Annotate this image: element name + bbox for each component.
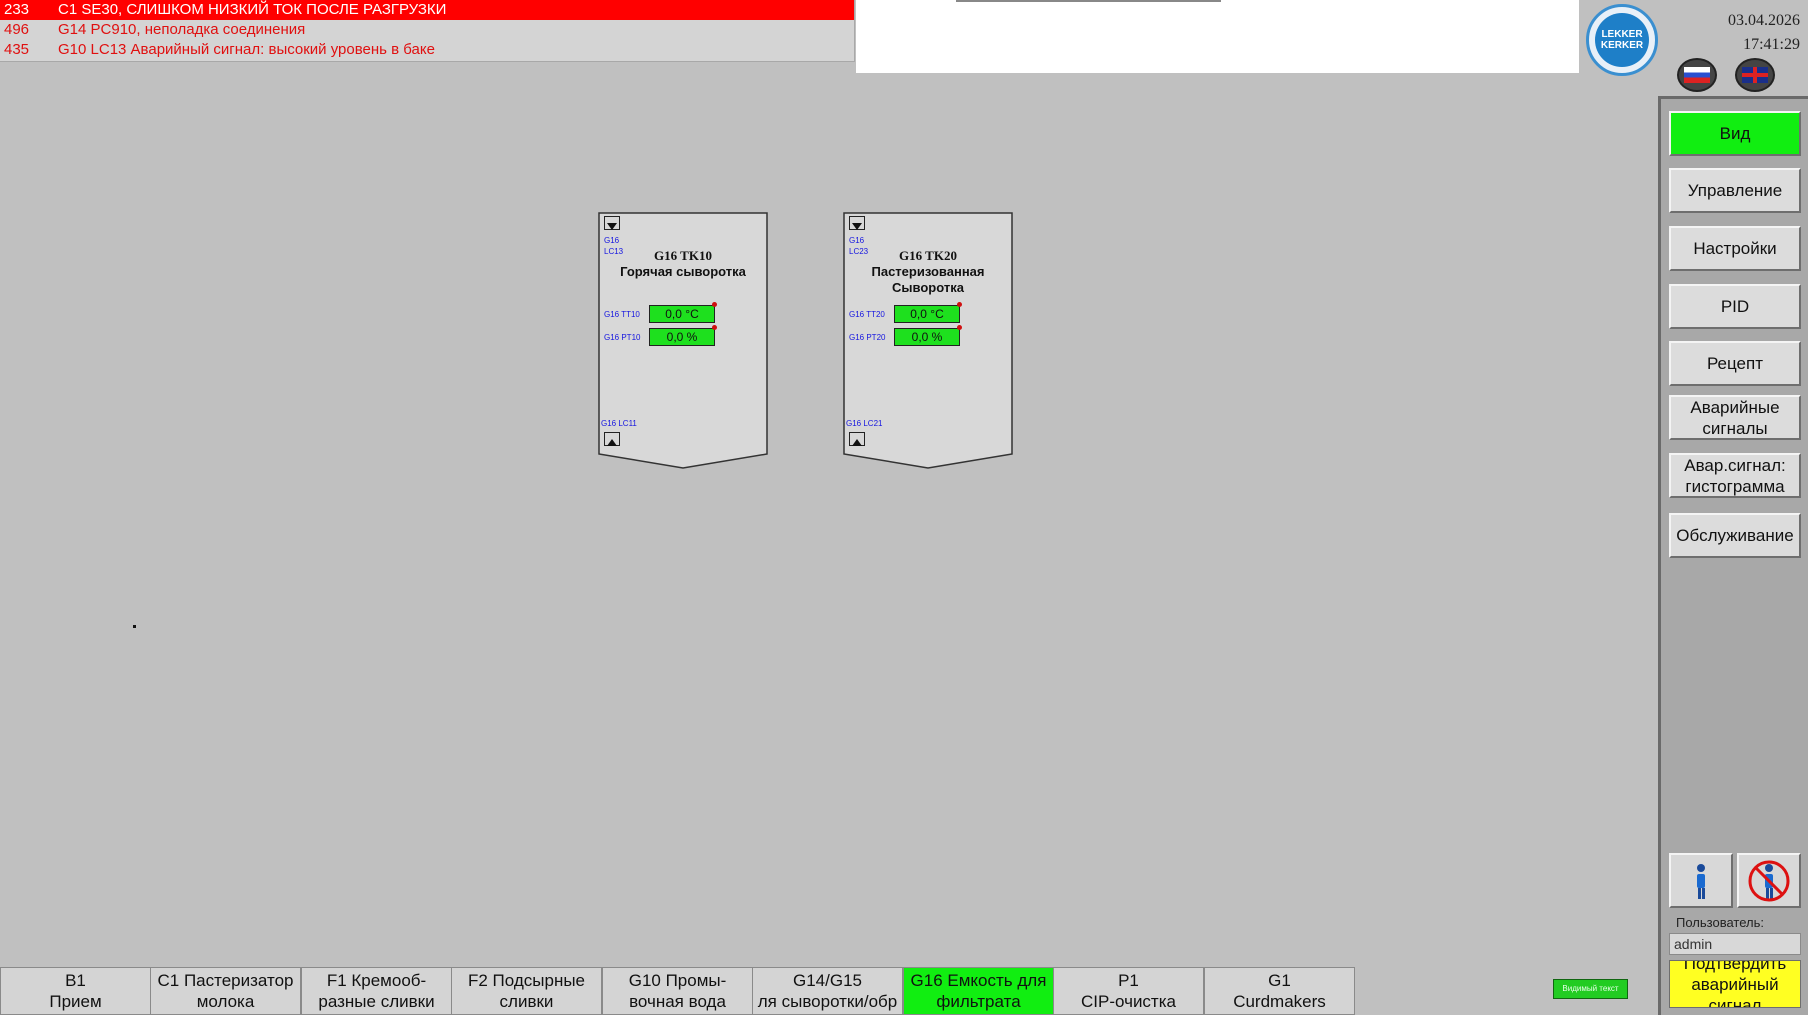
control-button[interactable]: Управление: [1669, 168, 1801, 213]
level-low-switch[interactable]: [849, 432, 865, 446]
temperature-value[interactable]: 0,0 °C: [649, 305, 715, 323]
tab-line2: ля сыворотки/обр: [757, 992, 898, 1011]
user-label: Пользователь:: [1676, 915, 1764, 930]
russian-flag-stripes: [1684, 67, 1710, 83]
alarm-row[interactable]: 435 G10 LC13 Аварийный сигнал: высокий ур…: [0, 40, 854, 60]
pid-button[interactable]: PID: [1669, 284, 1801, 329]
visible-text-button[interactable]: Видимый текст: [1553, 979, 1628, 999]
tab-line2: Curdmakers: [1233, 992, 1326, 1011]
tab-line1: F1 Кремооб-: [326, 971, 427, 990]
alarm-row[interactable]: 496 G14 PC910, неполадка соединения: [0, 20, 854, 40]
login-button[interactable]: [1669, 853, 1733, 908]
tab-line1: B1: [65, 971, 86, 990]
maintenance-button[interactable]: Обслуживание: [1669, 513, 1801, 558]
russian-flag-icon[interactable]: [1677, 58, 1717, 92]
tab-line2: молока: [196, 992, 255, 1011]
temperature-tag: G16 TT10: [604, 310, 640, 319]
tab-line1: C1 Пастеризатор: [157, 971, 294, 990]
tab-line1: G1: [1268, 971, 1291, 990]
tab-g1[interactable]: G1 Curdmakers: [1204, 967, 1355, 1015]
pressure-value[interactable]: 0,0 %: [649, 328, 715, 346]
top-level-tag: G16: [849, 236, 865, 245]
logo-line2: KERKER: [1600, 40, 1644, 51]
english-flag-icon[interactable]: [1735, 58, 1775, 92]
panel-divider: [956, 0, 1221, 2]
current-time: 17:41:29: [1743, 36, 1800, 53]
level-low-switch[interactable]: [604, 432, 620, 446]
triangle-down-icon: [852, 223, 862, 230]
alarm-text: G10 LC13 Аварийный сигнал: высокий урове…: [58, 41, 435, 58]
tank-subtitle: Горячая сыворотка: [620, 264, 746, 279]
english-flag-cross: [1742, 67, 1768, 83]
tab-b1[interactable]: B1 Прием: [0, 967, 151, 1015]
bottom-level-tag: G16 LC21: [846, 419, 883, 428]
alarm-list[interactable]: 233 C1 SE30, СЛИШКОМ НИЗКИЙ ТОК ПОСЛЕ РАЗ…: [0, 0, 855, 62]
company-logo: LEKKER KERKER: [1586, 4, 1658, 76]
tab-f2[interactable]: F2 Подсырные сливки: [451, 967, 602, 1015]
logout-button[interactable]: [1737, 853, 1801, 908]
tab-line2: разные сливки: [318, 992, 435, 1011]
alarm-histogram-button[interactable]: Авар.сигнал: гистограмма: [1669, 453, 1801, 498]
confirm-alarm-button[interactable]: Подтвердить аварийный сигнал: [1669, 960, 1801, 1008]
temperature-value[interactable]: 0,0 °C: [894, 305, 960, 323]
right-sidebar: Вид Управление Настройки PID Рецепт Авар…: [1658, 96, 1808, 1015]
triangle-up-icon: [852, 439, 862, 446]
alarm-id: 435: [4, 41, 30, 58]
tab-g14-g15[interactable]: G14/G15 ля сыворотки/обр: [752, 967, 903, 1015]
tank-tk10[interactable]: G16 LC13 G16 TK10 Горячая сыворотка G16 …: [598, 212, 768, 469]
tab-g16[interactable]: G16 Емкость для фильтрата: [903, 967, 1054, 1015]
tab-g10[interactable]: G10 Промы-вочная вода: [602, 967, 753, 1015]
tab-line2: Прием: [49, 992, 102, 1011]
status-dot: [957, 302, 962, 307]
tab-line1: G10 Промы-: [628, 971, 727, 990]
tank-subtitle: Сыворотка: [892, 280, 964, 295]
message-panel: [856, 0, 1579, 73]
bottom-level-tag: G16 LC11: [601, 419, 637, 428]
alarm-id: 233: [4, 1, 30, 18]
tank-subtitle: Пастеризованная: [871, 264, 985, 279]
alarms-button[interactable]: Аварийные сигналы: [1669, 395, 1801, 440]
status-dot: [712, 325, 717, 330]
status-dot: [712, 302, 717, 307]
status-dot: [957, 325, 962, 330]
logo-text: LEKKER KERKER: [1589, 29, 1655, 51]
temperature-tag: G16 TT20: [849, 310, 885, 319]
user-icon: [1697, 864, 1705, 899]
pressure-tag: G16 PT20: [849, 333, 886, 342]
tab-line1: P1: [1118, 971, 1139, 990]
tank-tk20[interactable]: G16 LC23 G16 TK20 Пастеризованная Сыворо…: [843, 212, 1013, 469]
tab-line2: сливки: [499, 992, 554, 1011]
view-button[interactable]: Вид: [1669, 111, 1801, 156]
pressure-tag: G16 PT10: [604, 333, 641, 342]
tank-title: G16 TK20: [899, 248, 957, 263]
alarm-row[interactable]: 233 C1 SE30, СЛИШКОМ НИЗКИЙ ТОК ПОСЛЕ РАЗ…: [0, 0, 854, 20]
level-high-switch[interactable]: [849, 216, 865, 230]
alarm-id: 496: [4, 21, 30, 38]
triangle-up-icon: [607, 439, 617, 446]
alarm-text: C1 SE30, СЛИШКОМ НИЗКИЙ ТОК ПОСЛЕ РАЗГРУ…: [58, 1, 447, 18]
top-level-tag: G16: [604, 236, 620, 245]
stray-dot: [133, 625, 136, 628]
tab-line2: фильтрата: [936, 992, 1021, 1011]
pressure-value[interactable]: 0,0 %: [894, 328, 960, 346]
settings-button[interactable]: Настройки: [1669, 226, 1801, 271]
logo-line1: LEKKER: [1601, 29, 1643, 40]
triangle-down-icon: [607, 223, 617, 230]
tab-c1[interactable]: C1 Пастеризатор молока: [150, 967, 301, 1015]
user-field: admin: [1669, 933, 1801, 955]
tab-line2: CIP-очистка: [1081, 992, 1176, 1011]
tank-title: G16 TK10: [654, 248, 712, 263]
alarm-text: G14 PC910, неполадка соединения: [58, 21, 306, 38]
recipe-button[interactable]: Рецепт: [1669, 341, 1801, 386]
tab-p1[interactable]: P1 CIP-очистка: [1053, 967, 1204, 1015]
tab-line1: G14/G15: [793, 971, 862, 990]
current-date: 03.04.2026: [1728, 12, 1800, 29]
tab-line2: вочная вода: [629, 992, 726, 1011]
user-forbidden-icon: [1748, 860, 1790, 902]
tab-line1: F2 Подсырные: [467, 971, 586, 990]
tab-f1[interactable]: F1 Кремооб-разные сливки: [301, 967, 452, 1015]
level-high-switch[interactable]: [604, 216, 620, 230]
tab-line1: G16 Емкость для: [910, 971, 1047, 990]
